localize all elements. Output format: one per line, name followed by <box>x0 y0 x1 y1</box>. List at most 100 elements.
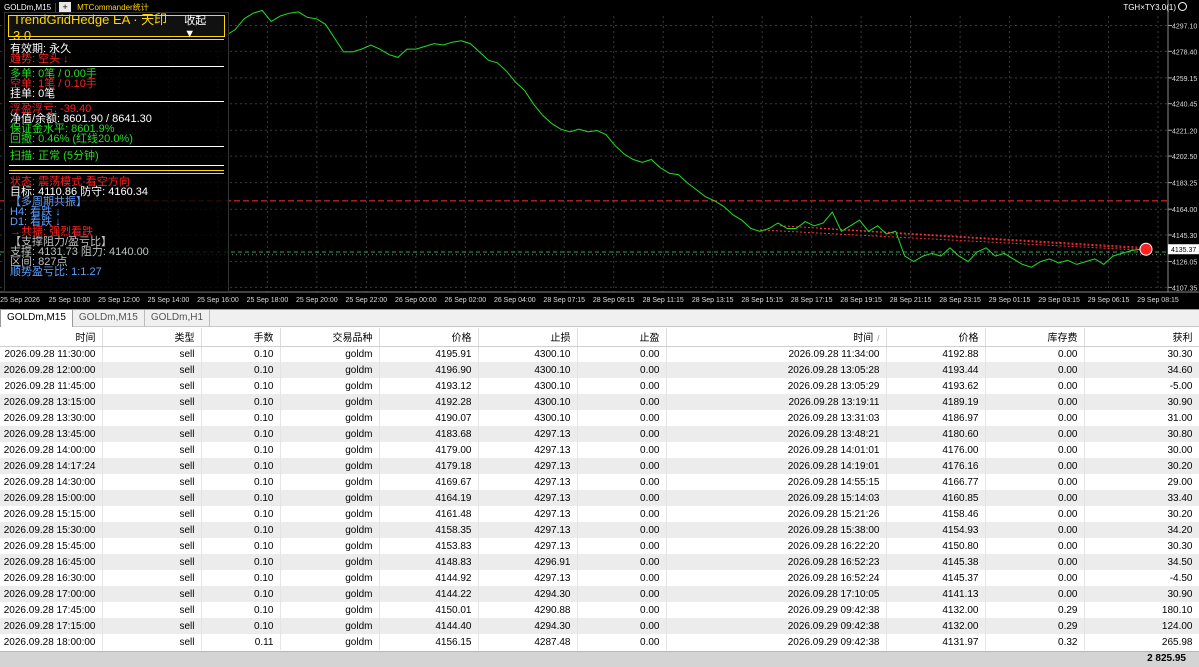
time-axis-label: 29 Sep 01:15 <box>989 297 1031 304</box>
cell-open-price: 4183.68 <box>379 426 479 442</box>
col-header-take-profit[interactable]: 止盈 <box>577 328 667 347</box>
price-chart[interactable]: 4297.10 4278.40 4259.15 4240.45 4221.20 4202.… <box>0 0 1199 309</box>
trade-history-table: 时间 类型 手数 交易品种 价格 止损 止盈 时间 / 价格 库存费 获利 202… <box>0 328 1199 650</box>
cell-volume: 0.10 <box>201 490 281 506</box>
col-header-stop-loss[interactable]: 止损 <box>478 328 578 347</box>
cell-close-price: 4145.38 <box>886 554 986 570</box>
cell-close-time: 2026.09.29 09:42:38 <box>666 618 887 634</box>
cell-take-profit: 0.00 <box>577 474 667 490</box>
col-header-symbol[interactable]: 交易品种 <box>280 328 380 347</box>
cell-close-price: 4141.13 <box>886 586 986 602</box>
cell-take-profit: 0.00 <box>577 442 667 458</box>
table-row[interactable]: 2026.09.28 13:30:00 sell 0.10 goldm 4190.07 4… <box>0 410 1199 426</box>
time-axis-label: 25 Sep 20:00 <box>296 297 338 304</box>
time-axis-label: 25 Sep 22:00 <box>346 297 388 304</box>
cell-volume: 0.10 <box>201 602 281 618</box>
price-axis-label: 4240.45 <box>1172 102 1197 109</box>
cell-open-price: 4150.01 <box>379 602 479 618</box>
cell-type: sell <box>102 474 202 490</box>
cell-close-time: 2026.09.28 11:34:00 <box>666 346 887 362</box>
cell-profit: 30.20 <box>1084 506 1199 522</box>
price-axis-label: 4202.50 <box>1172 154 1197 161</box>
current-price-label: 4135.37 <box>1171 247 1196 254</box>
cell-swap: 0.00 <box>985 538 1085 554</box>
table-row[interactable]: 2026.09.28 14:00:00 sell 0.10 goldm 4179.00 4… <box>0 442 1199 458</box>
cell-open-time: 2026.09.28 16:45:00 <box>0 554 103 570</box>
cell-volume: 0.10 <box>201 426 281 442</box>
cell-stop-loss: 4297.13 <box>478 538 578 554</box>
table-row[interactable]: 2026.09.28 16:45:00 sell 0.10 goldm 4148.83 4… <box>0 554 1199 570</box>
cell-close-price: 4189.19 <box>886 394 986 410</box>
cell-open-price: 4190.07 <box>379 410 479 426</box>
cell-type: sell <box>102 410 202 426</box>
cell-close-time: 2026.09.28 17:10:05 <box>666 586 887 602</box>
cell-volume: 0.10 <box>201 474 281 490</box>
cell-close-price: 4186.97 <box>886 410 986 426</box>
cell-close-time: 2026.09.28 15:14:03 <box>666 490 887 506</box>
table-row[interactable]: 2026.09.28 18:00:00 sell 0.11 goldm 4156.15 4… <box>0 634 1199 650</box>
cell-open-price: 4193.12 <box>379 378 479 394</box>
cell-close-price: 4160.85 <box>886 490 986 506</box>
table-row[interactable]: 2026.09.28 12:00:00 sell 0.10 goldm 4196.90 4… <box>0 362 1199 378</box>
table-row[interactable]: 2026.09.28 11:30:00 sell 0.10 goldm 4195.91 4… <box>0 346 1199 362</box>
cell-profit: 180.10 <box>1084 602 1199 618</box>
cell-stop-loss: 4300.10 <box>478 378 578 394</box>
table-row[interactable]: 2026.09.28 16:30:00 sell 0.10 goldm 4144.92 4… <box>0 570 1199 586</box>
col-header-swap[interactable]: 库存费 <box>985 328 1085 347</box>
table-row[interactable]: 2026.09.28 17:00:00 sell 0.10 goldm 4144.22 4… <box>0 586 1199 602</box>
cell-take-profit: 0.00 <box>577 458 667 474</box>
col-header-close-time[interactable]: 时间 / <box>666 328 887 347</box>
cell-symbol: goldm <box>280 618 380 634</box>
price-axis-label: 4126.05 <box>1172 260 1197 267</box>
cell-open-time: 2026.09.28 13:15:00 <box>0 394 103 410</box>
cell-stop-loss: 4297.13 <box>478 426 578 442</box>
cell-close-time: 2026.09.29 09:42:38 <box>666 634 887 650</box>
chart-tab-goldm-m15[interactable]: GOLDm,M15 <box>0 310 73 327</box>
cell-profit: -4.50 <box>1084 570 1199 586</box>
col-header-volume[interactable]: 手数 <box>201 328 281 347</box>
table-row[interactable]: 2026.09.28 15:30:00 sell 0.10 goldm 4158.35 4… <box>0 522 1199 538</box>
cell-type: sell <box>102 618 202 634</box>
cell-close-price: 4131.97 <box>886 634 986 650</box>
col-header-open-price[interactable]: 价格 <box>379 328 479 347</box>
chart-tab-goldm-h1[interactable]: GOLDm,H1 <box>145 310 211 327</box>
cell-symbol: goldm <box>280 474 380 490</box>
cell-profit: -5.00 <box>1084 378 1199 394</box>
col-header-close-price[interactable]: 价格 <box>886 328 986 347</box>
table-row[interactable]: 2026.09.28 14:17:24 sell 0.10 goldm 4179.18 4… <box>0 458 1199 474</box>
cell-swap: 0.00 <box>985 346 1085 362</box>
cell-stop-loss: 4297.13 <box>478 490 578 506</box>
cell-volume: 0.10 <box>201 346 281 362</box>
cell-symbol: goldm <box>280 522 380 538</box>
collapse-button[interactable]: 收起 ▼ <box>184 12 220 40</box>
cell-swap: 0.00 <box>985 570 1085 586</box>
table-row[interactable]: 2026.09.28 15:00:00 sell 0.10 goldm 4164.19 4… <box>0 490 1199 506</box>
cell-type: sell <box>102 346 202 362</box>
cell-type: sell <box>102 426 202 442</box>
col-header-open-time[interactable]: 时间 <box>0 328 103 347</box>
col-header-profit[interactable]: 获利 <box>1084 328 1199 347</box>
table-row[interactable]: 2026.09.28 15:15:00 sell 0.10 goldm 4161.48 4… <box>0 506 1199 522</box>
time-axis-label: 28 Sep 21:15 <box>890 297 932 304</box>
table-row[interactable]: 2026.09.28 15:45:00 sell 0.10 goldm 4153.83 4… <box>0 538 1199 554</box>
table-row[interactable]: 2026.09.28 13:45:00 sell 0.10 goldm 4183.68 4… <box>0 426 1199 442</box>
cell-profit: 30.90 <box>1084 394 1199 410</box>
table-row[interactable]: 2026.09.28 17:15:00 sell 0.10 goldm 4144.40 4… <box>0 618 1199 634</box>
cell-take-profit: 0.00 <box>577 570 667 586</box>
cell-symbol: goldm <box>280 442 380 458</box>
cell-stop-loss: 4287.48 <box>478 634 578 650</box>
time-axis-label: 25 Sep 10:00 <box>49 297 91 304</box>
cell-symbol: goldm <box>280 570 380 586</box>
table-row[interactable]: 2026.09.28 11:45:00 sell 0.10 goldm 4193.12 4… <box>0 378 1199 394</box>
col-header-type[interactable]: 类型 <box>102 328 202 347</box>
time-axis-label: 28 Sep 17:15 <box>791 297 833 304</box>
table-row[interactable]: 2026.09.28 14:30:00 sell 0.10 goldm 4169.67 4… <box>0 474 1199 490</box>
cell-open-time: 2026.09.28 15:15:00 <box>0 506 103 522</box>
table-row[interactable]: 2026.09.28 13:15:00 sell 0.10 goldm 4192.28 4… <box>0 394 1199 410</box>
table-row[interactable]: 2026.09.28 17:45:00 sell 0.10 goldm 4150.01 4… <box>0 602 1199 618</box>
table-header-row: 时间 类型 手数 交易品种 价格 止损 止盈 时间 / 价格 库存费 获利 <box>0 328 1199 347</box>
cell-close-time: 2026.09.29 09:42:38 <box>666 602 887 618</box>
chart-tab-goldm-m15-2[interactable]: GOLDm,M15 <box>73 310 145 327</box>
cell-volume: 0.10 <box>201 394 281 410</box>
cell-volume: 0.10 <box>201 378 281 394</box>
